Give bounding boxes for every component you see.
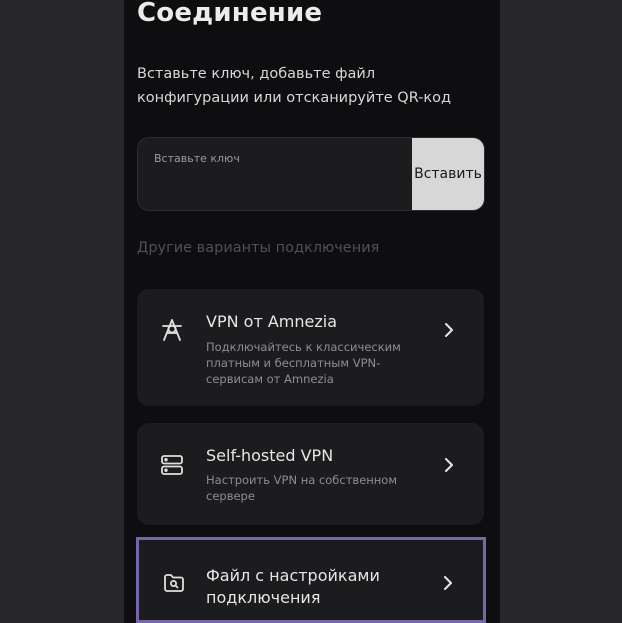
folder-search-icon	[161, 570, 187, 596]
option-title: Self-hosted VPN	[206, 446, 334, 465]
option-card-amnezia-vpn[interactable]: VPN от Amnezia Подключайтесь к классичес…	[137, 289, 484, 406]
key-input-placeholder: Вставьте ключ	[154, 152, 240, 165]
option-title: VPN от Amnezia	[206, 312, 338, 331]
option-title: Файл с настройками подключения	[206, 566, 380, 607]
server-icon	[159, 452, 185, 478]
chevron-right-icon	[442, 458, 456, 472]
key-input-field[interactable]: Вставьте ключ Вставить	[137, 137, 485, 211]
option-card-self-hosted-vpn[interactable]: Self-hosted VPN Настроить VPN на собстве…	[137, 423, 484, 525]
page-subtitle: Вставьте ключ, добавьте файл конфигураци…	[137, 66, 452, 106]
paste-button[interactable]: Вставить	[412, 138, 484, 210]
connection-panel: Соединение Вставьте ключ, добавьте файл …	[124, 0, 500, 623]
option-description: Подключайтесь к классическим платным и б…	[206, 340, 401, 386]
amnezia-logo-icon	[159, 317, 185, 343]
page-title: Соединение	[137, 0, 323, 28]
other-options-label: Другие варианты подключения	[137, 240, 380, 256]
option-description: Настроить VPN на собственном сервере	[206, 473, 398, 503]
chevron-right-icon	[441, 576, 455, 590]
chevron-right-icon	[442, 323, 456, 337]
option-card-config-file[interactable]: Файл с настройками подключения	[136, 537, 486, 623]
